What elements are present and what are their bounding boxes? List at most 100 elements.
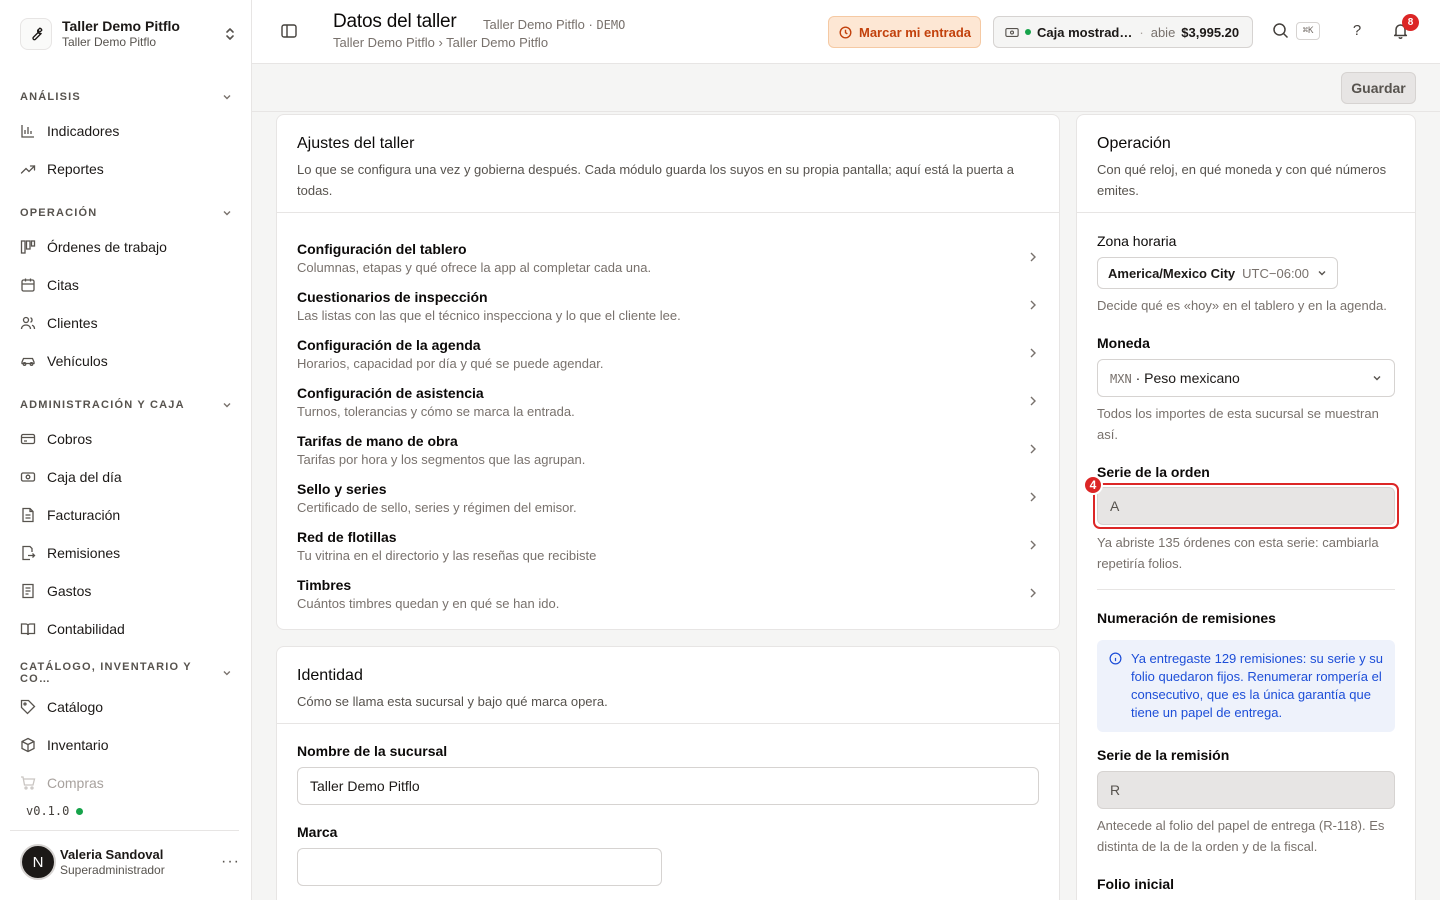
- invoice-icon: [22, 507, 34, 523]
- sidebar-item-label: Indicadores: [47, 123, 120, 139]
- brand-label: Marca: [297, 824, 338, 840]
- settings-list: Configuración del tablero Columnas, etap…: [277, 213, 1059, 623]
- cash-icon: [1005, 27, 1019, 37]
- kanban-icon: [20, 240, 36, 254]
- sidebar-item-indicadores[interactable]: Indicadores: [20, 116, 232, 146]
- clock-in-label: Marcar mi entrada: [859, 24, 971, 40]
- sidebar-item-facturacion[interactable]: Facturación: [20, 500, 232, 530]
- sidebar: Taller Demo Pitflo Taller Demo Pitflo AN…: [0, 0, 252, 900]
- card-header: Identidad Cómo se llama esta sucursal y …: [277, 647, 1059, 724]
- chevron-right-icon: [1030, 492, 1036, 502]
- card-title: Identidad: [297, 667, 363, 684]
- more-icon[interactable]: ···: [221, 853, 240, 871]
- card-description: Lo que se configura una vez y gobierna d…: [297, 162, 1014, 198]
- chevron-down-icon: [1373, 376, 1381, 381]
- sidebar-item-compras[interactable]: Compras: [20, 768, 232, 798]
- settings-link-tarifas[interactable]: Tarifas de mano de obra Tarifas por hora…: [277, 431, 1059, 479]
- sidebar-item-label: Citas: [47, 277, 79, 293]
- workspace-switcher[interactable]: Taller Demo Pitflo Taller Demo Pitflo: [20, 16, 240, 52]
- sidebar-item-reportes[interactable]: Reportes: [20, 154, 232, 184]
- sidebar-item-cobros[interactable]: Cobros: [20, 424, 232, 454]
- sidebar-item-label: Facturación: [47, 507, 121, 523]
- sidebar-item-label: Inventario: [47, 737, 109, 753]
- remission-series-label: Serie de la remisión: [1097, 747, 1230, 763]
- sidebar-item-clientes[interactable]: Clientes: [20, 308, 232, 338]
- nav-section-label: ANÁLISIS: [20, 91, 81, 103]
- chevron-down-icon: [223, 403, 231, 408]
- trend-icon: [20, 165, 36, 174]
- settings-link-tablero[interactable]: Configuración del tablero Columnas, etap…: [277, 239, 1059, 287]
- sidebar-item-citas[interactable]: Citas: [20, 270, 232, 300]
- page-meta-name: Taller Demo Pitflo ·: [483, 17, 593, 32]
- nav-section-administracion[interactable]: ADMINISTRACIÓN Y CAJA: [20, 395, 232, 415]
- timezone-label: Zona horaria: [1097, 233, 1177, 249]
- divider: [1097, 589, 1395, 590]
- chevron-right-icon: [1030, 444, 1036, 454]
- chevron-right-icon: [1030, 348, 1036, 358]
- settings-link-sello[interactable]: Sello y series Certificado de sello, ser…: [277, 479, 1059, 527]
- settings-link-agenda[interactable]: Configuración de la agenda Horarios, cap…: [277, 335, 1059, 383]
- shortcut-hint: ⌘K: [1296, 22, 1320, 40]
- sidebar-item-inventario[interactable]: Inventario: [20, 730, 232, 760]
- chevron-right-icon: [1030, 252, 1036, 262]
- workspace-name: Taller Demo Pitflo: [62, 18, 180, 34]
- brand-input[interactable]: [297, 848, 662, 886]
- card-description: Con qué reloj, en qué moneda y con qué n…: [1097, 162, 1387, 198]
- currency-code: MXN: [1110, 372, 1132, 386]
- clock-icon: [839, 26, 852, 38]
- branch-name-input[interactable]: Taller Demo Pitflo: [297, 767, 1039, 805]
- search-icon[interactable]: [1272, 22, 1290, 40]
- chevron-right-icon: [1030, 588, 1036, 598]
- sidebar-item-catalogo[interactable]: Catálogo: [20, 692, 232, 722]
- settings-link-inspeccion[interactable]: Cuestionarios de inspección Las listas c…: [277, 287, 1059, 335]
- currency-select[interactable]: MXN · Peso mexicano: [1097, 359, 1395, 397]
- breadcrumb[interactable]: Taller Demo Pitflo › Taller Demo Pitflo: [333, 35, 548, 50]
- settings-link-desc: Columnas, etapas y qué ofrece la app al …: [297, 260, 652, 275]
- sidebar-item-label: Gastos: [47, 583, 92, 599]
- nav-section-label: CATÁLOGO, INVENTARIO Y CO…: [20, 661, 192, 685]
- tag-icon: [20, 699, 36, 715]
- sidebar-item-vehiculos[interactable]: Vehículos: [20, 346, 232, 376]
- nav-section-catalogo[interactable]: CATÁLOGO, INVENTARIO Y CO…: [20, 661, 232, 685]
- nav-section-label: OPERACIÓN: [20, 207, 98, 219]
- calendar-icon: [21, 278, 35, 292]
- workspace-subtitle: Taller Demo Pitflo: [62, 35, 157, 49]
- help-icon[interactable]: ?: [1350, 22, 1364, 39]
- settings-link-title: Red de flotillas: [297, 529, 397, 545]
- sidebar-item-label: Vehículos: [47, 353, 108, 369]
- order-series-input[interactable]: A: [1097, 487, 1395, 525]
- sidebar-item-label: Compras: [47, 775, 104, 791]
- sidebar-item-contabilidad[interactable]: Contabilidad: [20, 614, 232, 644]
- demo-tag: DEMO: [596, 18, 626, 32]
- remission-series-input[interactable]: R: [1097, 771, 1395, 809]
- card-header: Operación Con qué reloj, en qué moneda y…: [1077, 115, 1415, 213]
- settings-link-timbres[interactable]: Timbres Cuántos timbres quedan y en qué …: [277, 575, 1059, 623]
- wrench-icon: [20, 18, 52, 50]
- cash-register-pill[interactable]: Caja mostrad… · abie $3,995.20: [993, 16, 1253, 48]
- main-content: Ajustes del taller Lo que se configura u…: [252, 112, 1440, 900]
- settings-link-desc: Tarifas por hora y los segmentos que las…: [297, 452, 586, 467]
- settings-link-title: Sello y series: [297, 481, 387, 497]
- clock-in-button[interactable]: Marcar mi entrada: [828, 16, 981, 48]
- identity-card: Identidad Cómo se llama esta sucursal y …: [276, 646, 1060, 900]
- settings-link-asistencia[interactable]: Configuración de asistencia Turnos, tole…: [277, 383, 1059, 431]
- nav-section-analisis[interactable]: ANÁLISIS: [20, 87, 232, 107]
- sidebar-item-caja[interactable]: Caja del día: [20, 462, 232, 492]
- settings-link-title: Tarifas de mano de obra: [297, 433, 458, 449]
- chevron-down-icon: [1318, 271, 1326, 276]
- car-icon: [21, 357, 35, 366]
- separator: ·: [1139, 24, 1144, 40]
- sidebar-item-ordenes[interactable]: Órdenes de trabajo: [20, 232, 232, 262]
- settings-link-flotillas[interactable]: Red de flotillas Tu vitrina en el direct…: [277, 527, 1059, 575]
- avatar: N: [20, 844, 56, 880]
- sidebar-item-label: Catálogo: [47, 699, 104, 715]
- book-icon: [20, 623, 36, 636]
- save-button[interactable]: Guardar: [1341, 72, 1416, 104]
- settings-link-title: Configuración de asistencia: [297, 385, 484, 401]
- sidebar-item-remisiones[interactable]: Remisiones: [20, 538, 232, 568]
- sidebar-toggle-icon[interactable]: [280, 22, 300, 42]
- timezone-select[interactable]: America/Mexico City UTC−06:00: [1097, 257, 1339, 289]
- sidebar-item-gastos[interactable]: Gastos: [20, 576, 232, 606]
- user-menu[interactable]: N Valeria Sandoval Superadministrador ··…: [20, 843, 240, 881]
- nav-section-operacion[interactable]: OPERACIÓN: [20, 203, 232, 223]
